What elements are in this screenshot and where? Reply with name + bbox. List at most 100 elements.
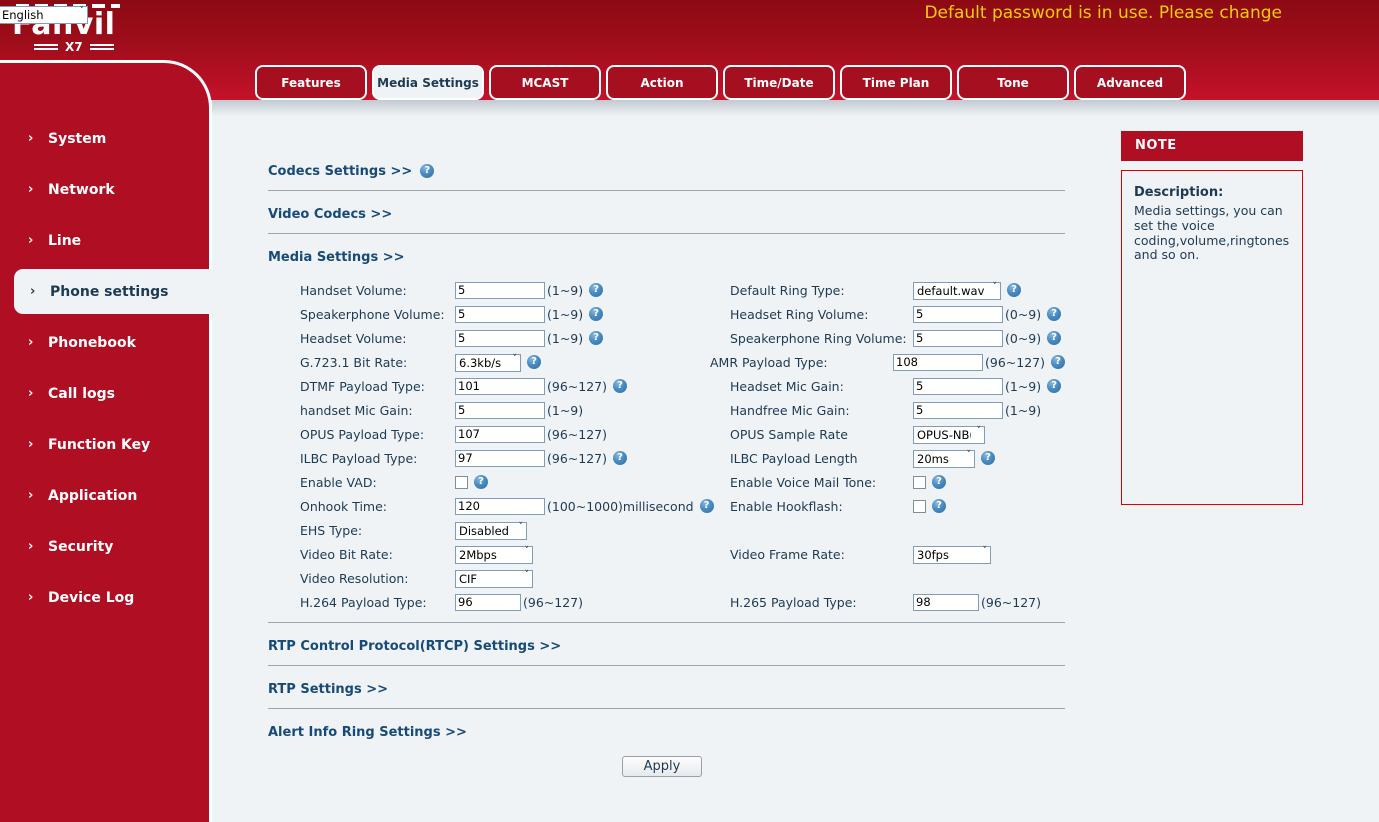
divider bbox=[268, 665, 1065, 666]
form-row: DTMF Payload Type:(96~127)?Headset Mic G… bbox=[300, 374, 1065, 398]
sidebar-item-label: Phone settings bbox=[50, 284, 169, 300]
enable-hookflash-checkbox[interactable] bbox=[913, 500, 926, 513]
logo-model: X7 bbox=[12, 40, 132, 54]
g-723-1-bit-rate-select[interactable]: 6.3kb/s bbox=[455, 354, 521, 372]
help-icon[interactable]: ? bbox=[420, 164, 434, 178]
section-row: Media Settings >> bbox=[268, 246, 1065, 268]
sidebar-item-phonebook[interactable]: ›Phonebook bbox=[0, 317, 209, 368]
form-cell: Onhook Time:(100~1000)millisecond? bbox=[300, 498, 730, 515]
sidebar-item-label: Function Key bbox=[48, 437, 150, 453]
ilbc-payload-length-select[interactable]: 20ms bbox=[913, 450, 975, 468]
handset-volume-input[interactable] bbox=[455, 282, 545, 299]
help-icon[interactable]: ? bbox=[932, 475, 946, 489]
divider bbox=[268, 622, 1065, 623]
speakerphone-ring-volume-input[interactable] bbox=[913, 330, 1003, 347]
language-select[interactable]: English bbox=[0, 6, 88, 24]
tab-tone[interactable]: Tone bbox=[957, 65, 1069, 100]
section-video-codecs[interactable]: Video Codecs >> bbox=[268, 207, 392, 222]
section-alert-info-ring[interactable]: Alert Info Ring Settings >> bbox=[268, 725, 467, 740]
sidebar-item-network[interactable]: ›Network bbox=[0, 164, 209, 215]
ehs-type-select[interactable]: Disabled bbox=[455, 522, 527, 540]
opus-sample-rate-select[interactable]: OPUS-NB(8 bbox=[913, 426, 985, 444]
field-suffix: (1~9) bbox=[547, 307, 583, 322]
sidebar-item-system[interactable]: ›System bbox=[0, 113, 209, 164]
section-media-settings[interactable]: Media Settings >> bbox=[268, 250, 405, 265]
opus-payload-type-input[interactable] bbox=[455, 426, 545, 443]
form-row: Video Resolution:CIF bbox=[300, 566, 1065, 590]
help-icon[interactable]: ? bbox=[474, 475, 488, 489]
form-row: Headset Volume:(1~9)?Speakerphone Ring V… bbox=[300, 326, 1065, 350]
handset-mic-gain-input[interactable] bbox=[455, 402, 545, 419]
amr-payload-type-input[interactable] bbox=[893, 354, 983, 371]
form-cell: Video Resolution:CIF bbox=[300, 568, 730, 588]
enable-voice-mail-tone-checkbox[interactable] bbox=[913, 476, 926, 489]
tab-advanced[interactable]: Advanced bbox=[1074, 65, 1186, 100]
form-row: H.264 Payload Type:(96~127)H.265 Payload… bbox=[300, 590, 1065, 614]
help-icon[interactable]: ? bbox=[932, 499, 946, 513]
chevron-right-icon: › bbox=[28, 182, 48, 197]
sidebar-item-line[interactable]: ›Line bbox=[0, 215, 209, 266]
form-cell: OPUS Payload Type:(96~127) bbox=[300, 426, 730, 443]
form-row: G.723.1 Bit Rate:6.3kb/s?AMR Payload Typ… bbox=[300, 350, 1065, 374]
h-265-payload-type-input[interactable] bbox=[913, 594, 979, 611]
dtmf-payload-type-input[interactable] bbox=[455, 378, 545, 395]
field-suffix: (1~9) bbox=[1005, 379, 1041, 394]
help-icon[interactable]: ? bbox=[700, 499, 714, 513]
help-icon[interactable]: ? bbox=[1047, 331, 1061, 345]
help-icon[interactable]: ? bbox=[613, 451, 627, 465]
headset-ring-volume-input[interactable] bbox=[913, 306, 1003, 323]
video-frame-rate-select[interactable]: 30fps bbox=[913, 546, 991, 564]
tab-features[interactable]: Features bbox=[255, 65, 367, 100]
headset-mic-gain-input[interactable] bbox=[913, 378, 1003, 395]
tab-time-date[interactable]: Time/Date bbox=[723, 65, 835, 100]
help-icon[interactable]: ? bbox=[527, 355, 541, 369]
tab-action[interactable]: Action bbox=[606, 65, 718, 100]
sidebar: ›System›Network›Line›Phone settings›Phon… bbox=[0, 60, 212, 822]
help-icon[interactable]: ? bbox=[589, 307, 603, 321]
enable-vad-checkbox[interactable] bbox=[455, 476, 468, 489]
apply-button[interactable]: Apply bbox=[622, 756, 702, 777]
sidebar-item-label: Line bbox=[48, 233, 81, 249]
headset-volume-input[interactable] bbox=[455, 330, 545, 347]
field-label: OPUS Payload Type: bbox=[300, 427, 455, 442]
help-icon[interactable]: ? bbox=[1047, 379, 1061, 393]
video-resolution-select[interactable]: CIF bbox=[455, 570, 533, 588]
help-icon[interactable]: ? bbox=[1051, 355, 1065, 369]
sidebar-item-call-logs[interactable]: ›Call logs bbox=[0, 368, 209, 419]
section-rtp-settings[interactable]: RTP Settings >> bbox=[268, 682, 388, 697]
tab-mcast[interactable]: MCAST bbox=[489, 65, 601, 100]
media-settings-form: Handset Volume:(1~9)?Default Ring Type:d… bbox=[300, 278, 1065, 614]
tab-media-settings[interactable]: Media Settings bbox=[372, 65, 484, 100]
help-icon[interactable]: ? bbox=[1047, 307, 1061, 321]
form-row: EHS Type:Disabled bbox=[300, 518, 1065, 542]
sidebar-item-function-key[interactable]: ›Function Key bbox=[0, 419, 209, 470]
field-label: handset Mic Gain: bbox=[300, 403, 455, 418]
form-cell: Headset Mic Gain:(1~9)? bbox=[730, 378, 1065, 395]
field-label: DTMF Payload Type: bbox=[300, 379, 455, 394]
sidebar-item-phone-settings[interactable]: ›Phone settings bbox=[14, 269, 212, 314]
help-icon[interactable]: ? bbox=[981, 451, 995, 465]
note-text: Media settings, you can set the voice co… bbox=[1134, 204, 1294, 263]
sidebar-item-security[interactable]: ›Security bbox=[0, 521, 209, 572]
form-cell: Enable Hookflash:? bbox=[730, 499, 1065, 514]
handfree-mic-gain-input[interactable] bbox=[913, 402, 1003, 419]
form-row: Enable VAD:?Enable Voice Mail Tone:? bbox=[300, 470, 1065, 494]
onhook-time-input[interactable] bbox=[455, 498, 545, 515]
help-icon[interactable]: ? bbox=[613, 379, 627, 393]
help-icon[interactable]: ? bbox=[589, 283, 603, 297]
speakerphone-volume-input[interactable] bbox=[455, 306, 545, 323]
h-264-payload-type-input[interactable] bbox=[455, 594, 521, 611]
section-codecs-settings[interactable]: Codecs Settings >> bbox=[268, 164, 412, 179]
sidebar-item-device-log[interactable]: ›Device Log bbox=[0, 572, 209, 623]
section-rtcp-settings[interactable]: RTP Control Protocol(RTCP) Settings >> bbox=[268, 639, 561, 654]
form-cell: ILBC Payload Type:(96~127)? bbox=[300, 450, 730, 467]
sidebar-item-label: Network bbox=[48, 182, 115, 198]
tab-time-plan[interactable]: Time Plan bbox=[840, 65, 952, 100]
sidebar-item-application[interactable]: ›Application bbox=[0, 470, 209, 521]
help-icon[interactable]: ? bbox=[1007, 283, 1021, 297]
video-bit-rate-select[interactable]: 2Mbps bbox=[455, 546, 533, 564]
ilbc-payload-type-input[interactable] bbox=[455, 450, 545, 467]
help-icon[interactable]: ? bbox=[589, 331, 603, 345]
default-ring-type-select[interactable]: default.wav bbox=[913, 282, 1001, 300]
field-label: H.265 Payload Type: bbox=[730, 595, 913, 610]
